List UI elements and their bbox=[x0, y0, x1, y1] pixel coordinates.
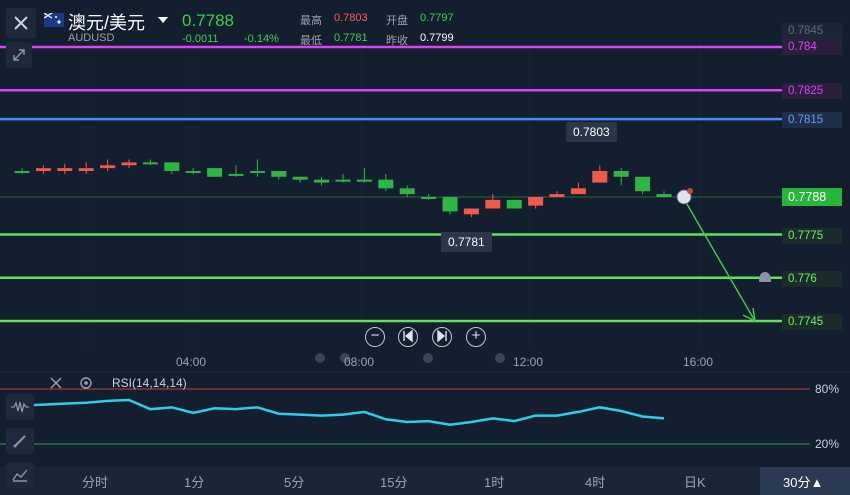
chart-canvas[interactable] bbox=[0, 0, 850, 495]
candle-body bbox=[528, 196, 544, 206]
candle-body bbox=[549, 194, 565, 197]
candle-body bbox=[399, 188, 415, 195]
time-label: 08:00 bbox=[344, 355, 375, 369]
candle-body bbox=[356, 179, 372, 182]
indicator-tool-button[interactable] bbox=[6, 462, 34, 488]
close-icon bbox=[14, 16, 28, 30]
high-value: 0.7803 bbox=[334, 12, 368, 24]
pencil-icon bbox=[13, 435, 26, 448]
next-icon bbox=[437, 329, 447, 343]
candle-body bbox=[292, 176, 308, 180]
chart-app: 澳元/美元 AUDUSD 0.7788 -0.0011 -0.14% 最高 0.… bbox=[0, 0, 850, 495]
candle-body bbox=[249, 171, 265, 174]
candle-body bbox=[463, 208, 479, 215]
price-tag-line[interactable]: 0.7745 bbox=[782, 314, 842, 330]
high-label: 最高 bbox=[300, 15, 322, 27]
candle-body bbox=[100, 165, 116, 169]
candle-body bbox=[57, 168, 73, 172]
candle-body bbox=[228, 173, 244, 176]
timeline-marker bbox=[423, 353, 433, 363]
collapse-icon bbox=[13, 49, 25, 61]
low-label: 最低 bbox=[300, 35, 322, 47]
candle-body bbox=[570, 188, 586, 195]
prev-close-label: 昨收 bbox=[386, 35, 408, 47]
candle-body bbox=[442, 196, 458, 212]
prev-close-value: 0.7799 bbox=[420, 32, 454, 44]
candle-body bbox=[506, 199, 522, 209]
candle-body bbox=[164, 162, 180, 172]
low-value: 0.7781 bbox=[334, 32, 368, 44]
caret-down-icon[interactable] bbox=[158, 16, 168, 24]
price-change: -0.0011 bbox=[182, 33, 219, 45]
line-chart-icon bbox=[12, 469, 28, 482]
candle-body bbox=[592, 171, 608, 183]
price-tag-line[interactable]: 0.7825 bbox=[782, 83, 842, 99]
timeframe-tab[interactable]: 1分 bbox=[184, 472, 204, 491]
candle-body bbox=[14, 171, 30, 174]
timeframe-tab[interactable]: 5分 bbox=[284, 472, 304, 491]
timeframe-tab[interactable]: 1时 bbox=[484, 472, 504, 491]
candle-body bbox=[421, 196, 437, 199]
timeframe-bar: 分时 1分 5分 15分 1时 4时 日K 30分▲ bbox=[0, 467, 850, 495]
timeline-marker bbox=[495, 353, 505, 363]
timeframe-tab-active[interactable]: 30分▲ bbox=[783, 472, 823, 491]
alert-dot bbox=[687, 187, 693, 194]
candle-body bbox=[314, 179, 330, 183]
timeframe-tab[interactable]: 15分 bbox=[380, 472, 407, 491]
open-value: 0.7797 bbox=[420, 12, 454, 24]
timeframe-tab[interactable]: 分时 bbox=[82, 472, 108, 491]
prev-icon bbox=[403, 329, 413, 343]
candle-body bbox=[78, 168, 94, 172]
close-button[interactable] bbox=[6, 8, 36, 38]
candle-body bbox=[613, 171, 629, 177]
peak-label: 0.7803 bbox=[566, 122, 617, 142]
candle-body bbox=[185, 171, 201, 174]
rsi-upper-label: 80% bbox=[815, 382, 840, 396]
price-tag-line[interactable]: 0.776 bbox=[782, 271, 842, 287]
price-tag-line[interactable]: 0.784 bbox=[782, 39, 842, 55]
candle-body bbox=[207, 168, 223, 177]
trough-label: 0.7781 bbox=[441, 232, 492, 252]
candle-body bbox=[35, 168, 51, 172]
next-button[interactable] bbox=[432, 327, 452, 347]
rsi-label: RSI(14,14,14) bbox=[112, 376, 187, 390]
timeline-marker bbox=[315, 353, 325, 363]
draw-tool-button[interactable] bbox=[6, 428, 34, 454]
pair-code: AUDUSD bbox=[68, 32, 115, 44]
wave-tool-button[interactable] bbox=[6, 394, 34, 420]
candle-body bbox=[335, 179, 351, 182]
zoom-in-button[interactable]: + bbox=[466, 327, 486, 347]
current-price: 0.7788 bbox=[182, 11, 234, 30]
time-label: 16:00 bbox=[683, 355, 714, 369]
open-label: 开盘 bbox=[386, 15, 408, 27]
close-indicator-icon[interactable] bbox=[50, 377, 62, 389]
candle-body bbox=[121, 162, 137, 166]
waveform-icon bbox=[11, 401, 29, 413]
fullscreen-button[interactable] bbox=[6, 42, 32, 68]
candle-body bbox=[378, 179, 394, 189]
candle-body bbox=[271, 171, 287, 177]
time-label: 12:00 bbox=[513, 355, 544, 369]
candle-body bbox=[485, 199, 501, 209]
timeframe-tab[interactable]: 4时 bbox=[585, 472, 605, 491]
price-change-pct: -0.14% bbox=[244, 33, 279, 45]
price-tag-top: 0.7845 bbox=[782, 23, 842, 39]
rsi-lower-label: 20% bbox=[815, 437, 840, 451]
settings-icon[interactable] bbox=[79, 376, 93, 390]
time-label: 04:00 bbox=[176, 355, 207, 369]
flag-icon bbox=[44, 13, 64, 27]
candle-body bbox=[635, 176, 651, 192]
timeframe-tab[interactable]: 日K bbox=[684, 472, 706, 491]
prev-button[interactable] bbox=[398, 327, 418, 347]
zoom-out-button[interactable]: − bbox=[365, 327, 385, 347]
price-tag-line[interactable]: 0.7775 bbox=[782, 228, 842, 244]
candle-body bbox=[142, 162, 158, 165]
current-price-tag: 0.7788 bbox=[782, 188, 842, 206]
candle-body bbox=[656, 194, 672, 197]
price-tag-line[interactable]: 0.7815 bbox=[782, 112, 842, 128]
